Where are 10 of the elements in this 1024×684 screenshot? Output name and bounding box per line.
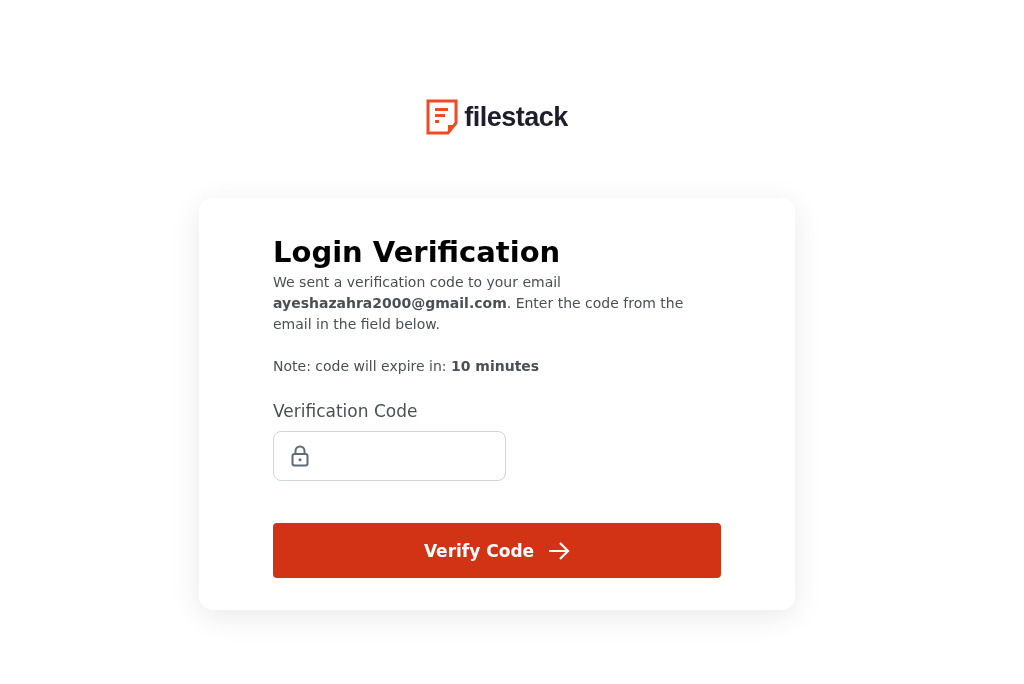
page-title: Login Verification — [273, 234, 562, 270]
expiry-note: Note: code will expire in: 10 minutes — [273, 357, 541, 376]
arrow-right-icon — [548, 540, 571, 561]
code-input-field[interactable] — [273, 431, 506, 481]
message-text: We sent a verification code to your email ayeshazahra2000@gmail.com. Enter the code from the email in the field below. — [273, 273, 685, 334]
logo-icon — [426, 99, 459, 135]
logo-wordmark: filestack — [464, 101, 568, 133]
verify-code-button[interactable]: Verify Code — [273, 523, 721, 578]
lock-icon — [291, 445, 309, 467]
field-label: Verification Code — [273, 401, 419, 421]
